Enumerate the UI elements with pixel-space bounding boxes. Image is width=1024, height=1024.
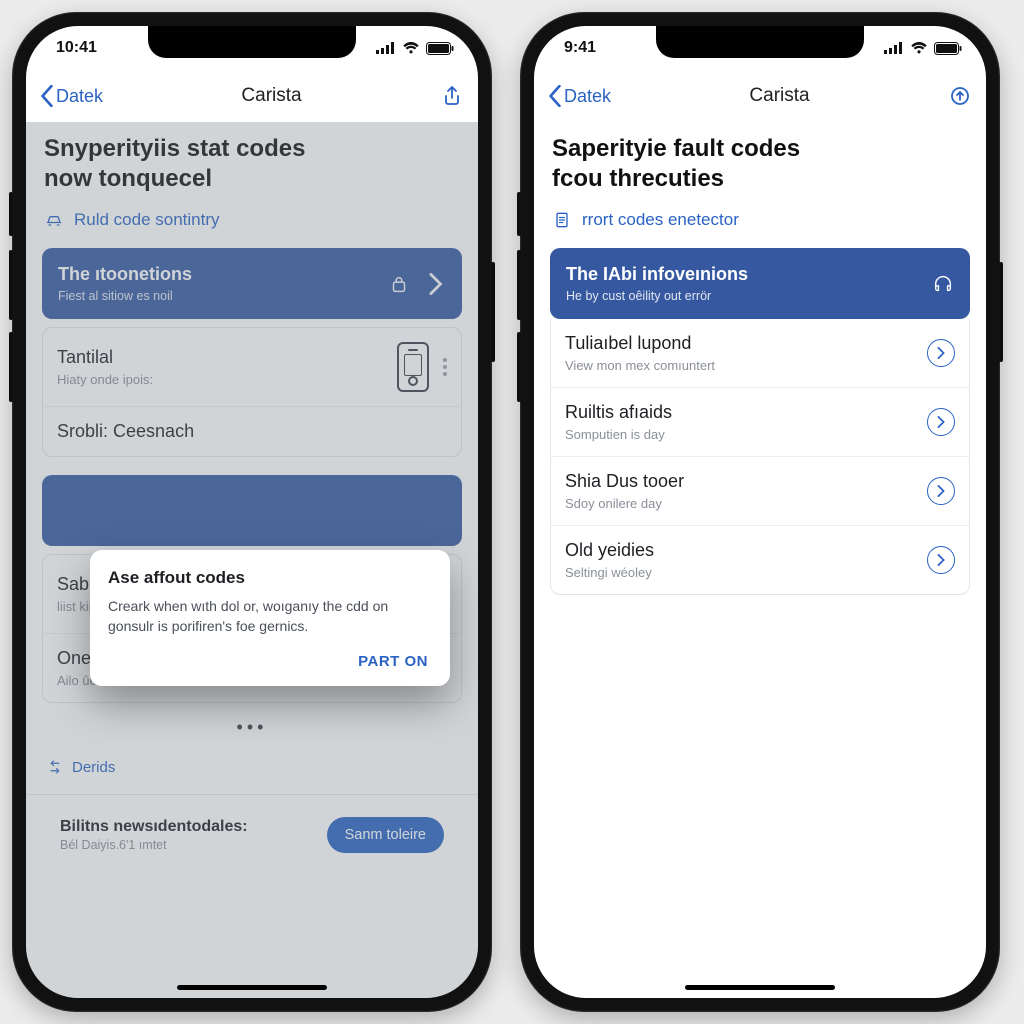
kebab-icon[interactable] (443, 358, 447, 376)
options-list: Tantilal Hiaty onde ipois: Srobli: Ceesn… (42, 327, 462, 457)
wifi-icon (910, 42, 928, 54)
mute-switch (9, 192, 13, 236)
report-codes-link[interactable]: rrort codes enetector (552, 210, 968, 230)
feature-title: The ıtoonetions (58, 264, 192, 285)
home-indicator[interactable] (685, 985, 835, 990)
feature-card-secondary[interactable]: x x (42, 475, 462, 546)
phone-icon (397, 342, 429, 392)
list-item[interactable]: Ruiltis afıaidsSomputien is day (551, 387, 969, 456)
feature-card[interactable]: The ıtoonetions Fiest al sitiow es noil (42, 248, 462, 319)
power-button (999, 262, 1003, 362)
lock-icon (388, 273, 410, 295)
list-item[interactable]: Shia Dus tooerSdoy onilere day (551, 456, 969, 525)
divider (26, 794, 478, 795)
feature-title: The IAbi infoveınions (566, 264, 748, 285)
phone-left: 10:41 Datek Carista Snyperityiis stat co… (12, 12, 492, 1012)
car-icon (44, 210, 64, 230)
list-item[interactable]: Tantilal Hiaty onde ipois: (43, 328, 461, 406)
alert-dialog: Ase affout codes Creark when wıth dol or… (90, 550, 450, 686)
list-item[interactable]: Tuliaıbel lupondView mon mex comıuntert (551, 319, 969, 387)
document-icon (552, 210, 572, 230)
alert-body: Creark when wıth dol or, woıganıy the cd… (108, 596, 432, 637)
volume-down (9, 332, 13, 402)
notch (148, 26, 356, 58)
report-codes-link[interactable]: Ruld code sontintry (44, 210, 460, 230)
back-label: Datek (564, 86, 611, 107)
cellular-icon (884, 42, 904, 54)
cellular-icon (376, 42, 396, 54)
alert-title: Ase affout codes (108, 568, 432, 588)
status-time: 10:41 (56, 39, 97, 57)
swap-icon (46, 758, 64, 776)
footer-link[interactable]: Derids (42, 752, 462, 790)
status-time: 9:41 (564, 39, 596, 57)
volume-up (517, 250, 521, 320)
report-codes-label: Ruld code sontintry (74, 210, 220, 230)
fault-list: Tuliaıbel lupondView mon mex comıuntert … (550, 319, 970, 595)
battery-icon (426, 42, 454, 55)
list-item[interactable]: Old yeidiesSeltingi wéoley (551, 525, 969, 594)
bottom-bar: Bilitns newsıdentodales: Bél Daiyis.6'1 … (42, 807, 462, 853)
back-label: Datek (56, 86, 103, 107)
feature-subtitle: He by cust oêility out errör (566, 289, 748, 303)
nav-bar: Datek Carista (534, 70, 986, 122)
report-codes-label: rrort codes enetector (582, 210, 739, 230)
chevron-right-icon (927, 339, 955, 367)
mute-switch (517, 192, 521, 236)
primary-cta-button[interactable]: Sanm toleire (327, 817, 444, 853)
home-indicator[interactable] (177, 985, 327, 990)
feature-card[interactable]: The IAbi infoveınions He by cust oêility… (550, 248, 970, 319)
back-button[interactable]: Datek (548, 85, 611, 107)
page-title: Snyperityiis stat codesnow tonquecel (44, 134, 460, 194)
feature-subtitle: Fiest al sitiow es noil (58, 289, 192, 303)
power-button (491, 262, 495, 362)
chevron-right-icon (927, 477, 955, 505)
chevron-right-icon (927, 408, 955, 436)
news-title: Bilitns newsıdentodales: (60, 818, 248, 836)
list-item[interactable]: Srobli: Ceesnach (43, 406, 461, 456)
headset-icon (932, 273, 954, 295)
nav-title: Carista (241, 85, 301, 107)
pagination-dots: ••• (42, 703, 462, 752)
back-button[interactable]: Datek (40, 85, 103, 107)
phone-right: 9:41 Datek Carista Saperityie fault code… (520, 12, 1000, 1012)
battery-icon (934, 42, 962, 55)
nav-bar: Datek Carista (26, 70, 478, 122)
volume-down (517, 332, 521, 402)
alert-confirm-button[interactable]: PART ON (108, 637, 432, 676)
share-icon[interactable] (440, 84, 464, 108)
page-title: Saperityie fault codesfcou threcuties (552, 134, 968, 194)
chevron-right-icon (927, 546, 955, 574)
wifi-icon (402, 42, 420, 54)
chevron-right-icon (424, 273, 446, 295)
notch (656, 26, 864, 58)
volume-up (9, 250, 13, 320)
news-subtitle: Bél Daiyis.6'1 ımtet (60, 838, 248, 852)
export-icon[interactable] (948, 84, 972, 108)
nav-title: Carista (749, 85, 809, 107)
